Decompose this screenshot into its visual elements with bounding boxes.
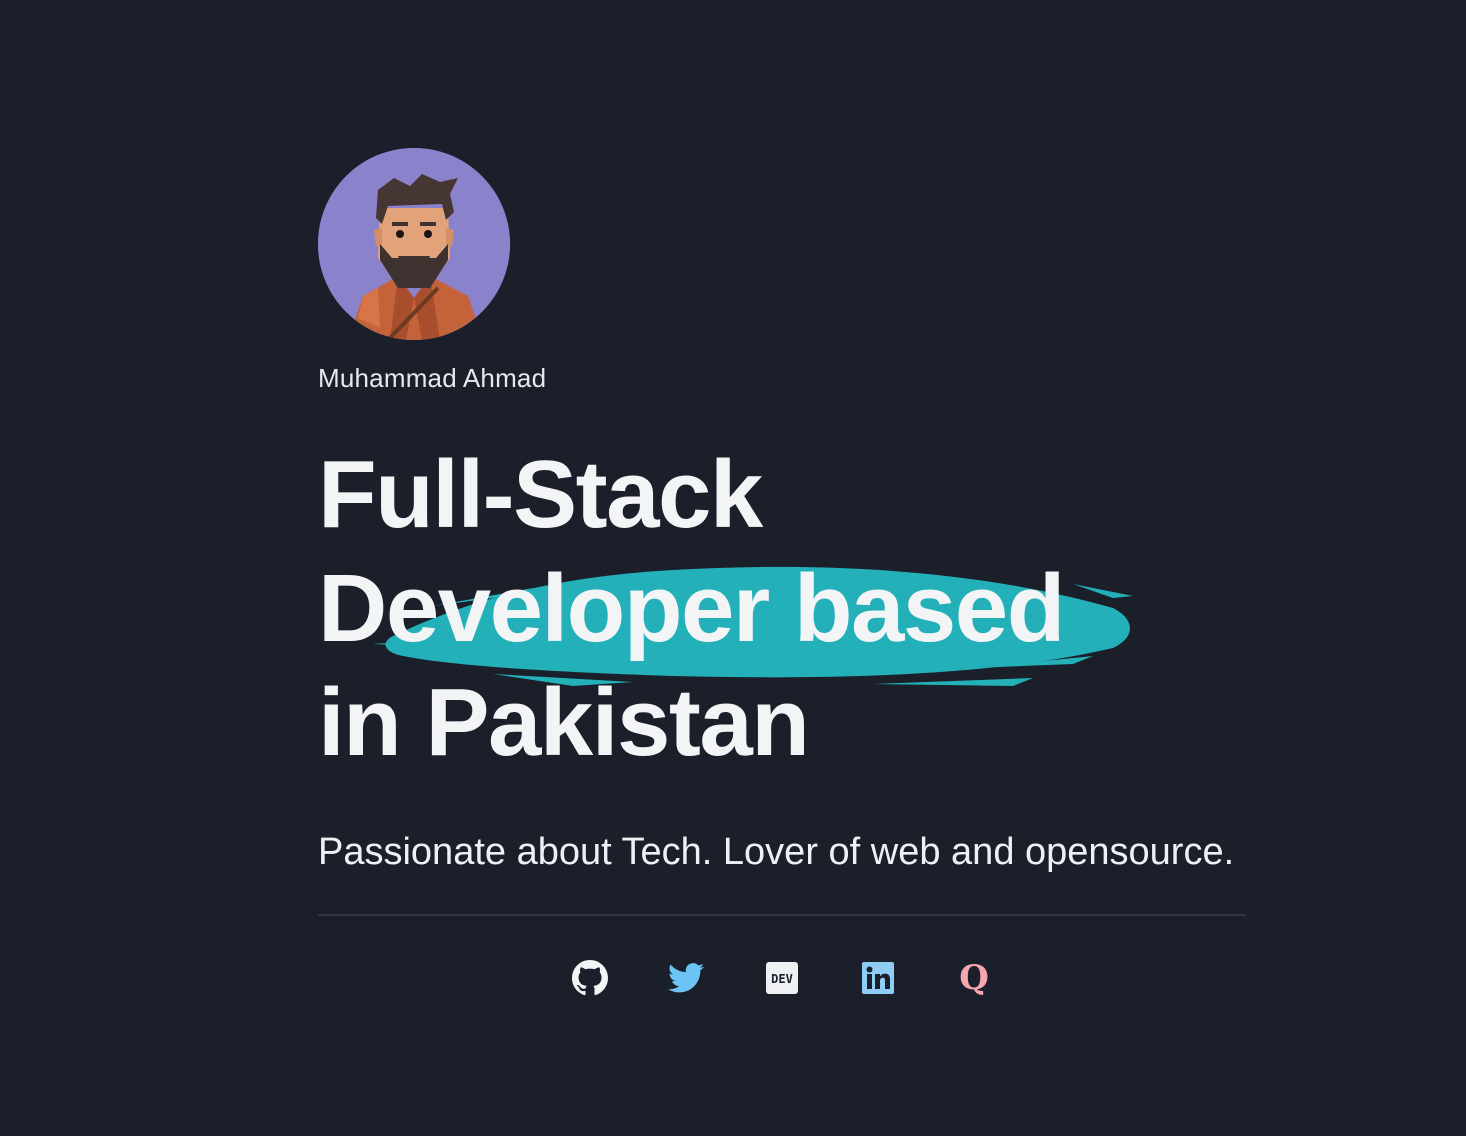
- profile-name: Muhammad Ahmad: [318, 363, 547, 393]
- github-link[interactable]: [572, 960, 608, 996]
- tagline: Passionate about Tech. Lover of web and …: [318, 831, 1235, 873]
- dev-link[interactable]: DEV: [764, 960, 800, 996]
- linkedin-link[interactable]: [860, 960, 896, 996]
- quora-link[interactable]: Q: [956, 960, 992, 996]
- linkedin-icon: [862, 962, 894, 994]
- twitter-link[interactable]: [668, 960, 704, 996]
- social-links: DEV Q: [318, 960, 1246, 996]
- page-headline: Full-Stack Developer based in Pakistan: [318, 438, 1246, 780]
- svg-text:DEV: DEV: [771, 972, 793, 986]
- github-icon: [572, 960, 608, 996]
- page: Muhammad Ahmad Full-Stack Developer base…: [0, 0, 1466, 1136]
- avatar: [318, 148, 510, 340]
- twitter-icon: [668, 963, 704, 993]
- headline-line-3: in Pakistan: [318, 669, 810, 776]
- headline-line-1: Full-Stack: [318, 441, 763, 548]
- headline-line-2: Developer based: [318, 555, 1065, 662]
- svg-text:Q: Q: [959, 960, 989, 996]
- quora-icon: Q: [959, 960, 989, 996]
- dev-icon: DEV: [766, 962, 798, 994]
- hero-section: Muhammad Ahmad Full-Stack Developer base…: [318, 148, 1246, 996]
- divider: [318, 914, 1246, 916]
